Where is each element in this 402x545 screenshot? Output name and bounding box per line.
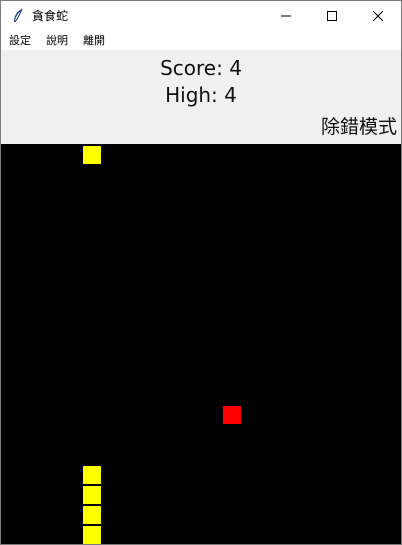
maximize-icon [327,11,337,21]
game-window: 貪食蛇 設定 說明 離開 Score: 4 High: 4 除錯模式 [0,0,402,545]
window-title: 貪食蛇 [32,9,69,23]
snake-segment [82,525,102,544]
minimize-icon [281,15,291,17]
high-score-label: High: 4 [165,83,237,107]
menu-bar: 設定 說明 離開 [1,31,401,50]
menu-exit[interactable]: 離開 [76,31,112,50]
menu-settings[interactable]: 設定 [2,31,38,50]
debug-mode-label: 除錯模式 [320,116,397,138]
minimize-button[interactable] [263,1,309,31]
close-button[interactable] [355,1,401,31]
snake-segment [82,505,102,525]
close-icon [373,11,383,21]
title-bar[interactable]: 貪食蛇 [1,1,401,31]
menu-help[interactable]: 說明 [39,31,75,50]
snake-segment [82,485,102,505]
game-board[interactable] [1,144,401,544]
food-item [222,405,242,425]
score-panel: Score: 4 High: 4 除錯模式 [1,50,401,144]
feather-icon [14,8,23,23]
snake-segment [82,465,102,485]
maximize-button[interactable] [309,1,355,31]
snake-segment [82,145,102,165]
score-label: Score: 4 [160,56,242,80]
